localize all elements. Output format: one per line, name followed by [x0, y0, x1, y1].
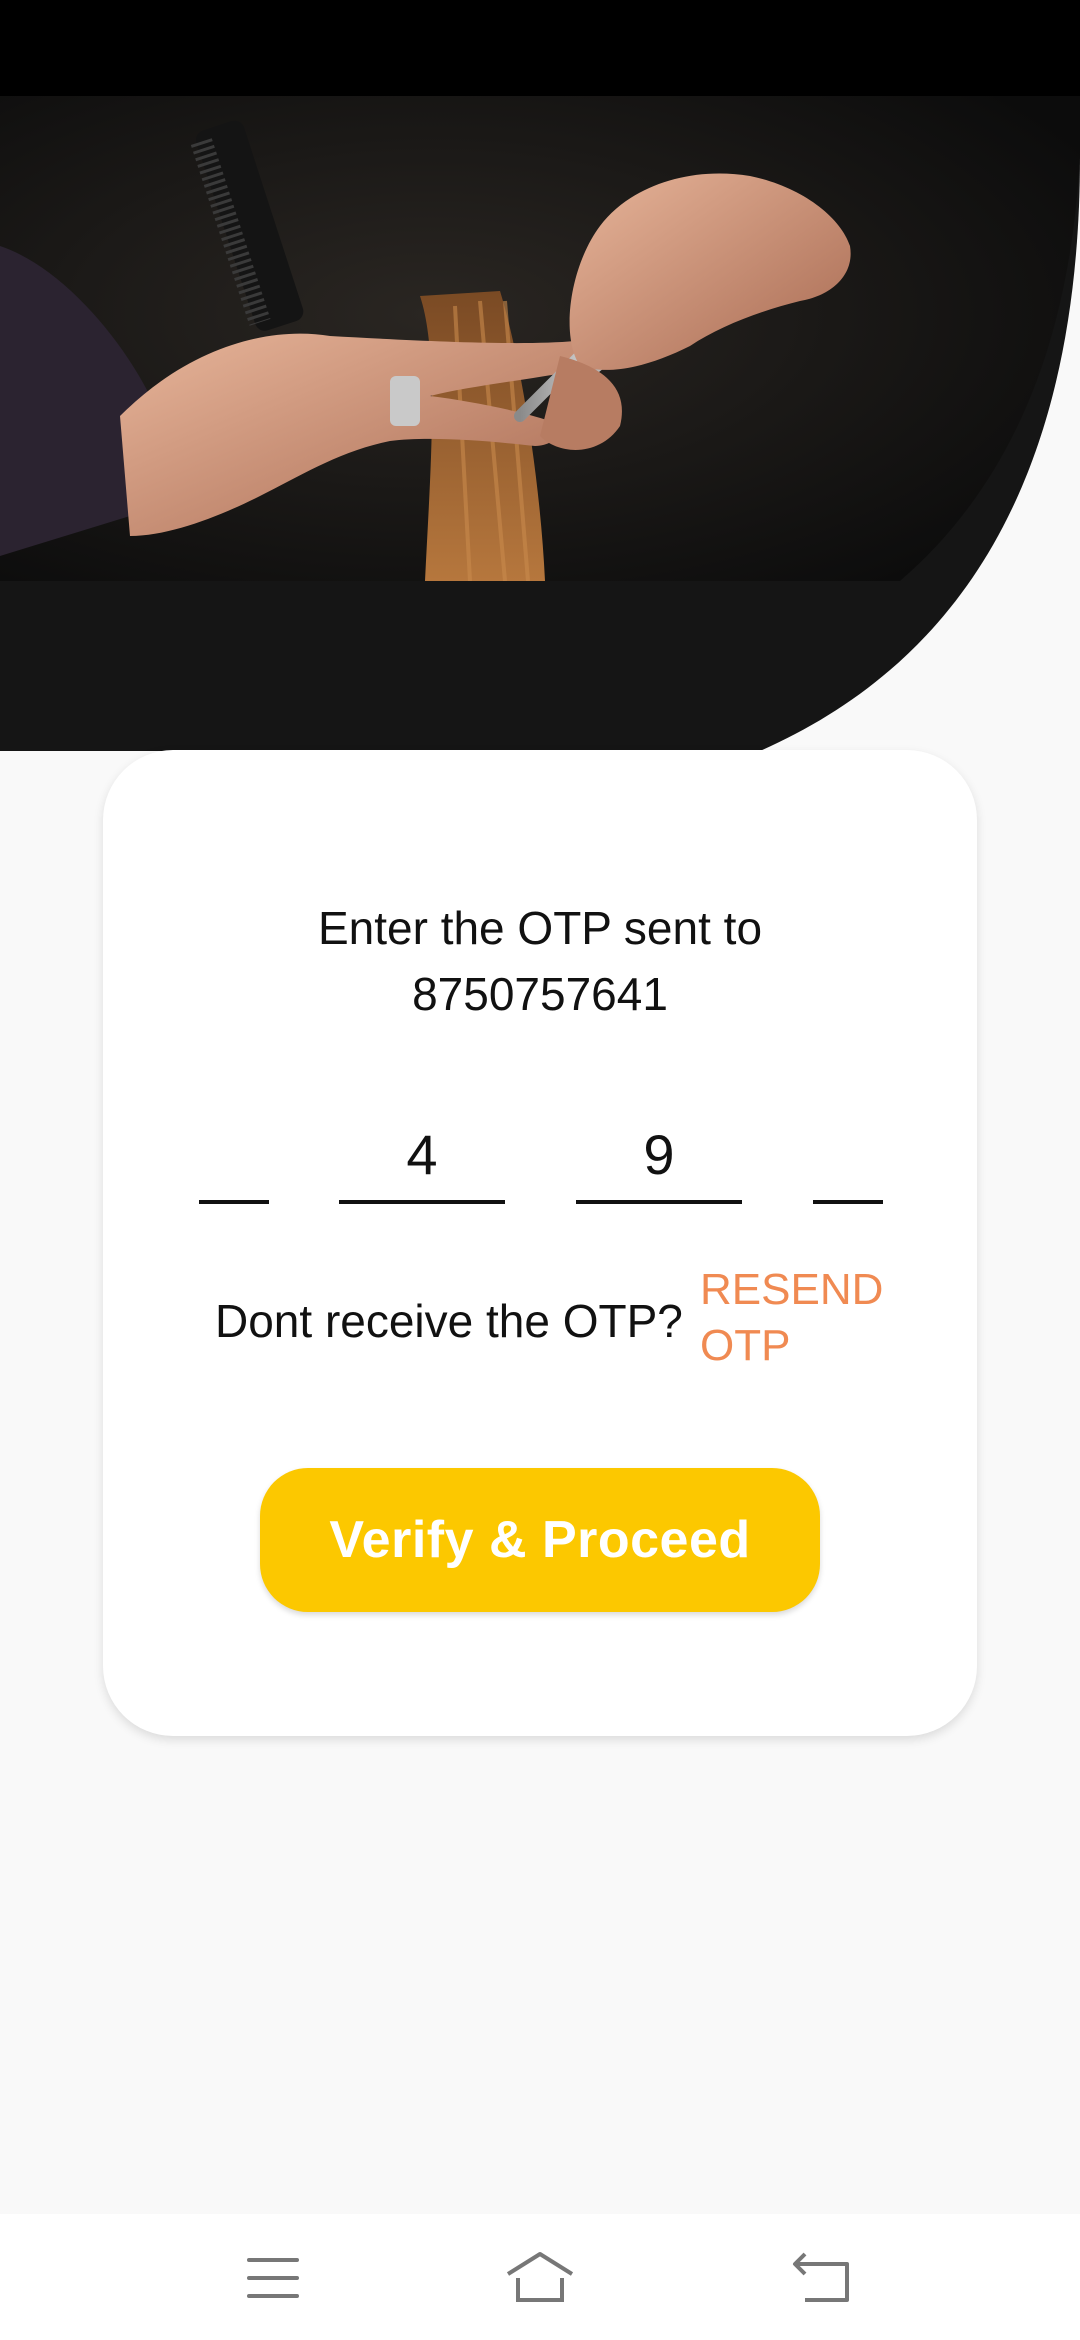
- otp-verification-screen: Enter the OTP sent to 8750757641 4 9 Don…: [0, 0, 1080, 2340]
- otp-digit-1-underline: [199, 1200, 269, 1204]
- otp-digit-2-value: 4: [406, 1123, 438, 1186]
- menu-icon[interactable]: [231, 2246, 311, 2310]
- navigation-bar: [0, 2214, 1080, 2340]
- otp-digit-3-underline: [576, 1200, 742, 1204]
- otp-phone-number: 8750757641: [412, 968, 668, 1020]
- otp-digit-2-underline: [339, 1200, 505, 1204]
- otp-instruction: Enter the OTP sent to: [317, 902, 763, 954]
- otp-digit-2[interactable]: 4: [339, 1120, 505, 1204]
- otp-digit-3-value: 9: [643, 1123, 675, 1186]
- resend-question: Dont receive the OTP?: [215, 1295, 683, 1347]
- back-icon[interactable]: [783, 2246, 863, 2310]
- barber-haircut-image: [0, 96, 1080, 581]
- otp-digit-1[interactable]: [199, 1120, 269, 1204]
- verify-proceed-button[interactable]: Verify & Proceed: [260, 1468, 820, 1612]
- otp-digit-4[interactable]: [813, 1120, 883, 1204]
- otp-digit-3[interactable]: 9: [576, 1120, 742, 1204]
- status-bar: [0, 0, 1080, 96]
- otp-digit-4-underline: [813, 1200, 883, 1204]
- home-icon[interactable]: [500, 2246, 580, 2310]
- resend-otp-link[interactable]: RESEND OTP: [700, 1262, 900, 1374]
- otp-card: Enter the OTP sent to 8750757641 4 9 Don…: [103, 750, 977, 1736]
